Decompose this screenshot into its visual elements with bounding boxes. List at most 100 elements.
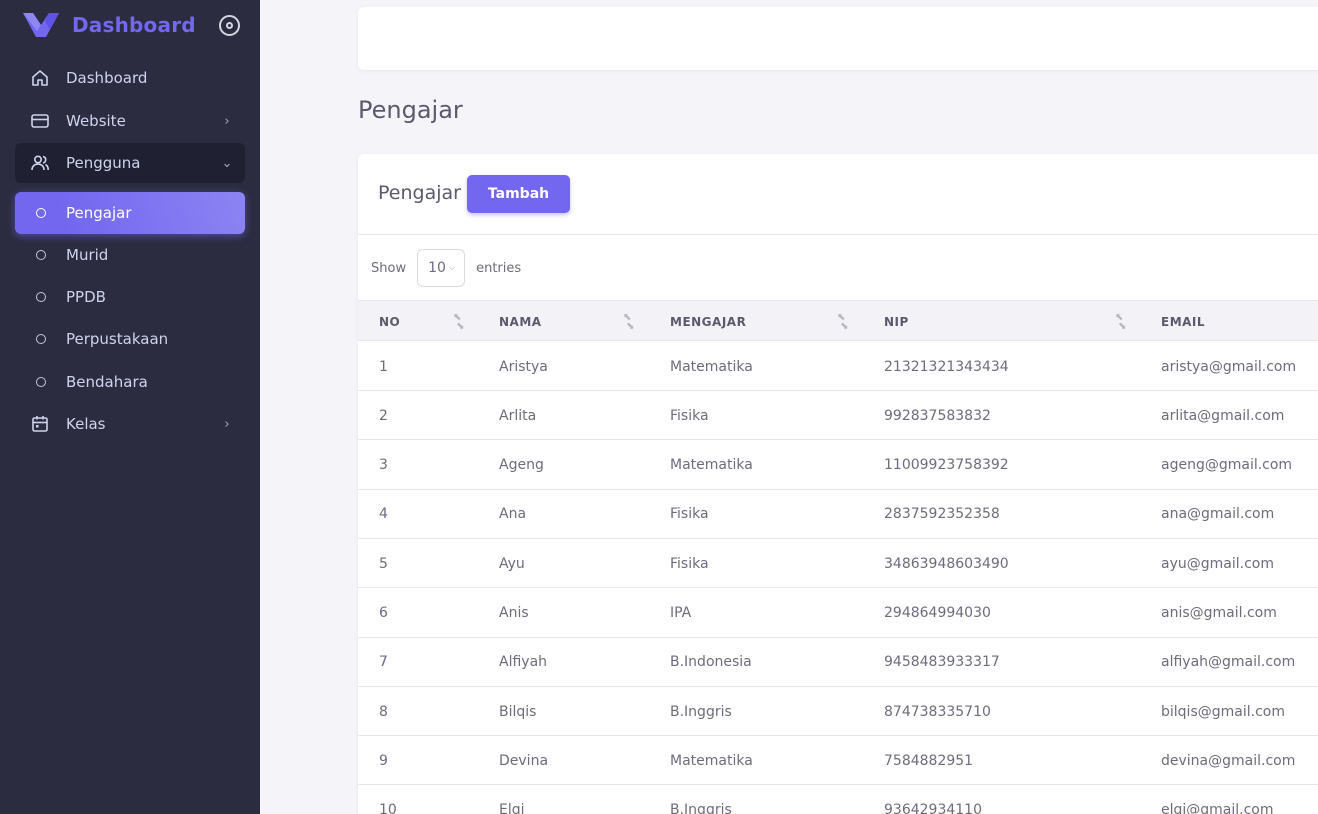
- sidebar-subitem-label: Pengajar: [66, 204, 132, 222]
- table-row: 6 Anis IPA 294864994030 anis@gmail.com: [358, 589, 1318, 638]
- cell-no: 8: [379, 703, 388, 720]
- chevron-right-icon: ›: [224, 113, 230, 129]
- sidebar-subitem-ppdb[interactable]: PPDB: [15, 276, 245, 318]
- add-button[interactable]: Tambah: [467, 175, 570, 213]
- card-title: Pengajar: [378, 182, 461, 204]
- cell-no: 4: [379, 506, 388, 523]
- cell-nip: 874738335710: [884, 703, 991, 720]
- sidebar-subitem-label: Murid: [66, 246, 109, 264]
- sidebar-item-website[interactable]: Website ›: [15, 101, 245, 141]
- sidebar-item-pengguna[interactable]: Pengguna ⌄: [15, 143, 245, 183]
- cell-email: devina@gmail.com: [1161, 752, 1296, 769]
- cell-nama: Aristya: [499, 358, 548, 375]
- cell-mengajar: Fisika: [670, 506, 709, 523]
- cell-mengajar: Fisika: [670, 555, 709, 572]
- table-row: 3 Ageng Matematika 11009923758392 ageng@gmai…: [358, 441, 1318, 490]
- users-icon: [29, 152, 51, 174]
- cell-email: bilqis@gmail.com: [1161, 703, 1285, 720]
- sidebar-subitem-perpustakaan[interactable]: Perpustakaan: [15, 318, 245, 360]
- cell-email: aristya@gmail.com: [1161, 358, 1297, 375]
- cell-no: 9: [379, 752, 388, 769]
- table-row: 4 Ana Fisika 2837592352358 ana@gmail.com: [358, 490, 1318, 539]
- credit-card-icon: [29, 110, 51, 132]
- column-header-label: MENGAJAR: [670, 314, 747, 329]
- sidebar-subitem-murid[interactable]: Murid: [15, 234, 245, 276]
- column-header-label: EMAIL: [1161, 314, 1206, 329]
- cell-nip: 93642934110: [884, 802, 982, 814]
- brand-logo-icon: [23, 13, 59, 37]
- cell-no: 1: [379, 358, 388, 375]
- entries-select-value: 10: [428, 260, 446, 276]
- sidebar-item-label: Dashboard: [66, 69, 148, 87]
- cell-no: 2: [379, 407, 388, 424]
- column-header-no[interactable]: NO: [379, 301, 400, 342]
- sort-icon[interactable]: ⬉ ⬊: [837, 313, 853, 332]
- cell-nama: Alfiyah: [499, 654, 548, 671]
- sidebar: Dashboard Dashboard Website › Pengguna ⌄…: [0, 0, 260, 814]
- cell-mengajar: B.Inggris: [670, 802, 732, 814]
- cell-nama: Bilqis: [499, 703, 537, 720]
- table-row: 9 Devina Matematika 7584882951 devina@gmail.…: [358, 736, 1318, 786]
- cell-mengajar: Matematika: [670, 457, 753, 474]
- circle-icon: [36, 377, 46, 387]
- home-icon: [29, 67, 51, 89]
- sidebar-item-label: Pengguna: [66, 154, 141, 172]
- column-header-label: NAMA: [499, 314, 542, 329]
- column-header-email[interactable]: EMAIL: [1161, 301, 1205, 342]
- cell-nama: Ayu: [499, 555, 525, 572]
- column-header-label: NO: [379, 314, 401, 329]
- cell-mengajar: B.Inggris: [670, 703, 732, 720]
- cell-nama: Devina: [499, 752, 549, 769]
- brand[interactable]: Dashboard: [22, 10, 196, 40]
- table-row: 2 Arlita Fisika 992837583832 arlita@gmail.co…: [358, 391, 1318, 441]
- sidebar-subitem-label: PPDB: [66, 288, 106, 306]
- menu-collapse-icon[interactable]: [219, 15, 240, 36]
- chevron-down-icon: ⌵: [448, 263, 455, 272]
- sidebar-subitem-label: Bendahara: [66, 373, 148, 391]
- sidebar-item-dashboard[interactable]: Dashboard: [15, 58, 245, 98]
- table-row: 10 Elgi B.Inggris 93642934110 elgi@gmail.com: [358, 786, 1318, 814]
- sort-icon[interactable]: ⬉ ⬊: [1115, 313, 1131, 332]
- sort-icon[interactable]: ⬉ ⬊: [623, 313, 639, 332]
- cell-no: 5: [379, 555, 388, 572]
- cell-email: anis@gmail.com: [1161, 605, 1277, 621]
- sidebar-item-label: Kelas: [66, 415, 106, 433]
- cell-mengajar: Fisika: [670, 407, 709, 424]
- cell-mengajar: Matematika: [670, 752, 753, 769]
- cell-nip: 9458483933317: [884, 654, 1000, 671]
- cell-email: arlita@gmail.com: [1161, 407, 1285, 424]
- table-row: 7 Alfiyah B.Indonesia 9458483933317 alfiyah@…: [358, 638, 1318, 687]
- table-header: NO ⬉ ⬊ NAMA ⬉ ⬊ MENGAJAR ⬉ ⬊ NIP ⬉ ⬊ EMA…: [358, 300, 1318, 341]
- sidebar-item-kelas[interactable]: Kelas ›: [15, 404, 245, 444]
- cell-nama: Arlita: [499, 407, 537, 424]
- cell-no: 7: [379, 654, 388, 671]
- column-header-nip[interactable]: NIP: [884, 301, 909, 342]
- cell-email: ayu@gmail.com: [1161, 555, 1274, 572]
- entries-select[interactable]: 10 ⌵: [417, 249, 466, 287]
- cell-no: 10: [379, 802, 397, 814]
- circle-icon: [36, 292, 46, 302]
- cell-nip: 7584882951: [884, 752, 974, 769]
- chevron-down-icon: ⌄: [221, 155, 233, 171]
- sidebar-subitem-bendahara[interactable]: Bendahara: [15, 361, 245, 403]
- calendar-icon: [29, 413, 51, 435]
- cell-email: ageng@gmail.com: [1161, 457, 1293, 474]
- table-row: 8 Bilqis B.Inggris 874738335710 bilqis@gmail…: [358, 687, 1318, 737]
- cell-nama: Ageng: [499, 457, 544, 474]
- brand-name: Dashboard: [72, 13, 196, 37]
- column-header-mengajar[interactable]: MENGAJAR: [670, 301, 746, 342]
- card-header: Pengajar Tambah: [358, 154, 1318, 235]
- cell-email: alfiyah@gmail.com: [1161, 654, 1296, 671]
- entries-length: Show 10 ⌵ entries: [371, 249, 521, 287]
- sidebar-item-label: Website: [66, 112, 126, 130]
- cell-email: elgi@gmail.com: [1161, 802, 1274, 814]
- cell-mengajar: Matematika: [670, 358, 753, 375]
- cell-email: ana@gmail.com: [1161, 506, 1275, 523]
- show-label: Show: [371, 260, 407, 276]
- cell-no: 6: [379, 605, 388, 621]
- top-navbar: [358, 7, 1318, 70]
- sidebar-subitem-pengajar[interactable]: Pengajar: [15, 192, 245, 234]
- column-header-nama[interactable]: NAMA: [499, 301, 542, 342]
- sort-icon[interactable]: ⬉ ⬊: [453, 313, 469, 332]
- sidebar-subitem-label: Perpustakaan: [66, 330, 169, 348]
